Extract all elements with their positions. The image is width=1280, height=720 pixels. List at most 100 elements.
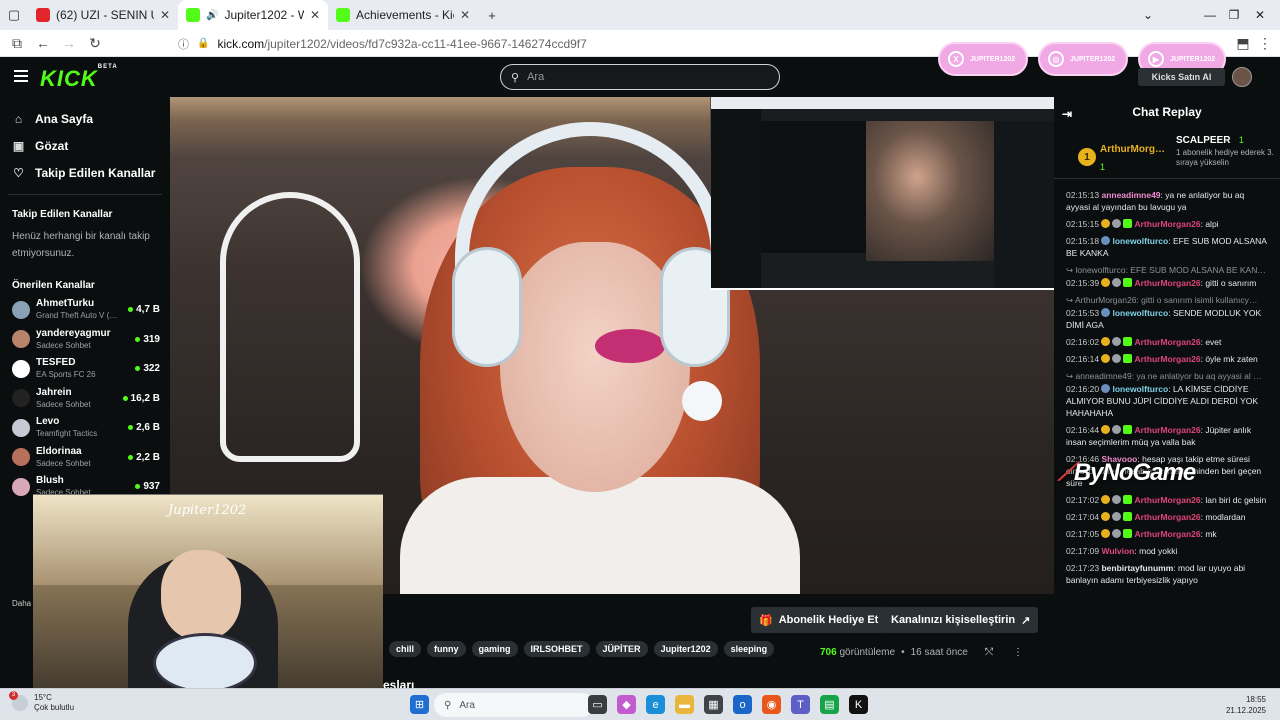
audio-icon[interactable]: 🔊: [206, 10, 218, 21]
message-time: 02:15:18: [1066, 236, 1100, 246]
tag-chip[interactable]: IRLSOHBET: [523, 641, 590, 657]
published-ago: 16 saat önce: [910, 647, 968, 658]
video-frame-earcup: [452, 247, 522, 367]
viewer-count: 319: [143, 333, 160, 345]
back-icon[interactable]: ←: [30, 30, 56, 56]
kicks-buy-button[interactable]: Kicks Satın Al: [1138, 68, 1225, 86]
channel-name: Eldorinaa: [36, 445, 82, 457]
copilot-icon[interactable]: ◆: [617, 695, 636, 714]
message-user[interactable]: ArthurMorgan26: [1134, 512, 1200, 522]
firefox-icon[interactable]: ◉: [762, 695, 781, 714]
video-frame-chair: [220, 192, 360, 462]
reply-context: ↪ ArthurMorgan26: gitti o sanırım isimli…: [1066, 295, 1258, 305]
show-more-link[interactable]: Daha: [12, 599, 31, 608]
sidebar-item-following[interactable]: ♡ Takip Edilen Kanallar: [0, 159, 170, 186]
tag-chip[interactable]: chill: [389, 641, 422, 657]
social-label: JUPITER1202: [970, 55, 1016, 63]
url-field[interactable]: ⓘ 🔒 kick.com/jupiter1202/videos/fd7c932a…: [178, 33, 1028, 54]
store-icon[interactable]: ▦: [704, 695, 723, 714]
message-time: 02:16:14: [1066, 354, 1100, 364]
channel-avatar: [12, 359, 30, 378]
channel-item[interactable]: TESFED EA Sports FC 26 322: [0, 354, 170, 384]
tag-chip[interactable]: gaming: [471, 641, 518, 657]
tab-title: Jupiter1202 - Watch the VO: [224, 8, 304, 22]
video-frame-torso: [400, 477, 800, 594]
close-tab-icon[interactable]: ✕: [160, 8, 170, 22]
more-icon[interactable]: ⋮: [1252, 30, 1278, 56]
sidebar-item-label: Takip Edilen Kanallar: [35, 165, 156, 180]
message-user[interactable]: anneadimne49: [1101, 190, 1160, 200]
message-user[interactable]: Wulvion: [1101, 546, 1134, 556]
taskbar-search[interactable]: ⚲ Ara: [434, 693, 594, 717]
close-tab-icon[interactable]: ✕: [310, 8, 320, 22]
sidebar-item-home[interactable]: ⌂ Ana Sayfa: [0, 105, 170, 132]
message-user[interactable]: ArthurMorgan26: [1134, 354, 1200, 364]
message-user[interactable]: lonewolfturco: [1112, 236, 1168, 246]
message-user[interactable]: ArthurMorgan26: [1134, 219, 1200, 229]
message-user[interactable]: ArthurMorgan26: [1134, 337, 1200, 347]
tag-chip[interactable]: funny: [427, 641, 466, 657]
message-text: mk: [1205, 529, 1217, 539]
gift-sub-button[interactable]: 🎁 Abonelik Hediye Et: [751, 607, 887, 633]
teams-icon[interactable]: T: [791, 695, 810, 714]
channel-item[interactable]: Eldorinaa Sadece Sohbet 2,2 B: [0, 443, 170, 473]
edge-icon[interactable]: e: [646, 695, 665, 714]
message-user[interactable]: lonewolfturco: [1112, 384, 1168, 394]
kick-logo[interactable]: KICKBETA: [40, 63, 118, 92]
forward-icon[interactable]: →: [56, 30, 82, 56]
file-explorer-icon[interactable]: ▬: [675, 695, 694, 714]
message-text: modlardan: [1205, 512, 1246, 522]
chat-message: 02:15:53 lonewolfturco: SENDE MODLUK YOK…: [1066, 308, 1262, 330]
message-user[interactable]: benbirtayfunumm: [1101, 563, 1173, 573]
tab-list-icon[interactable]: ⌄: [1128, 0, 1168, 30]
gold-badge-icon: [1101, 512, 1111, 521]
cloud-icon: 3: [9, 691, 28, 711]
tag-chip[interactable]: Jupiter1202: [653, 641, 718, 657]
message-user[interactable]: ArthurMorgan26: [1134, 278, 1200, 288]
search-input[interactable]: ⚲ Ara: [500, 64, 780, 90]
browser-tab-youtube[interactable]: (62) UZI - SENIN UGRUNA FT M ✕: [28, 0, 178, 30]
browser-tab-kick-dashboard[interactable]: Achievements - Kick Dashboard ✕: [328, 0, 478, 30]
tag-chip[interactable]: sleeping: [723, 641, 775, 657]
browser-tab-kick-video[interactable]: 🔊 Jupiter1202 - Watch the VO ✕: [178, 0, 328, 30]
bynogame-watermark: ⟋ByNoGame: [1058, 459, 1196, 486]
customize-channel-button[interactable]: Kanalınızı kişiselleştirin ↗: [883, 607, 1039, 633]
tag-chip[interactable]: JÜPİTER: [595, 641, 648, 657]
channel-item[interactable]: Jahrein Sadece Sohbet 16,2 B: [0, 384, 170, 414]
user-avatar[interactable]: [1232, 67, 1252, 87]
gift-sub-label: Abonelik Hediye Et: [778, 614, 879, 626]
share-icon[interactable]: ⤲: [985, 647, 993, 658]
new-tab-icon[interactable]: +: [478, 0, 506, 30]
sidebar-item-browse[interactable]: ▣ Gözat: [0, 132, 170, 159]
start-icon[interactable]: ⊞: [410, 695, 429, 714]
collapse-chat-icon[interactable]: ⇥: [1062, 107, 1072, 121]
sidebar-toggle-icon[interactable]: ⧉: [4, 30, 30, 56]
tab-actions-icon[interactable]: ▢: [0, 0, 28, 30]
watermark-text: ByNoGame: [1073, 459, 1196, 486]
leaderboard-hint: 1 abonelik hediye ederek 3. sıraya yükse…: [1176, 148, 1274, 167]
weather-widget[interactable]: 3 15°C Çok bulutlu: [9, 691, 74, 713]
channel-category: Grand Theft Auto V (…: [36, 311, 118, 321]
hamburger-menu-icon[interactable]: [14, 70, 28, 82]
channel-item[interactable]: yandereyagmur Sadece Sohbet 319: [0, 325, 170, 355]
app-icon[interactable]: ▤: [820, 695, 839, 714]
close-window-icon[interactable]: ✕: [1240, 0, 1280, 30]
channel-item[interactable]: Levo Teamfight Tactics 2,6 B: [0, 413, 170, 443]
message-user[interactable]: ArthurMorgan26: [1134, 495, 1200, 505]
close-tab-icon[interactable]: ✕: [460, 8, 470, 22]
logo-beta: BETA: [97, 63, 118, 70]
channel-item[interactable]: AhmetTurku Grand Theft Auto V (… 4,7 B: [0, 295, 170, 325]
leaderboard-second[interactable]: SCALPEER 1 1 abonelik hediye ederek 3. s…: [1176, 130, 1280, 168]
kick-app-icon[interactable]: K: [849, 695, 868, 714]
reload-icon[interactable]: ↻: [82, 30, 108, 56]
leaderboard-top[interactable]: 1 ArthurMorg… 1: [1078, 139, 1165, 175]
message-user[interactable]: lonewolfturco: [1112, 308, 1168, 318]
outlook-icon[interactable]: o: [733, 695, 752, 714]
message-user[interactable]: ArthurMorgan26: [1134, 425, 1200, 435]
task-view-icon[interactable]: ▭: [588, 695, 607, 714]
message-user[interactable]: ArthurMorgan26: [1134, 529, 1200, 539]
site-info-icon[interactable]: ⓘ: [178, 36, 189, 52]
clock[interactable]: 18:55 21.12.2025: [1226, 694, 1266, 716]
more-options-icon[interactable]: ⋮: [1013, 647, 1023, 658]
blue-badge-icon: [1101, 236, 1111, 245]
